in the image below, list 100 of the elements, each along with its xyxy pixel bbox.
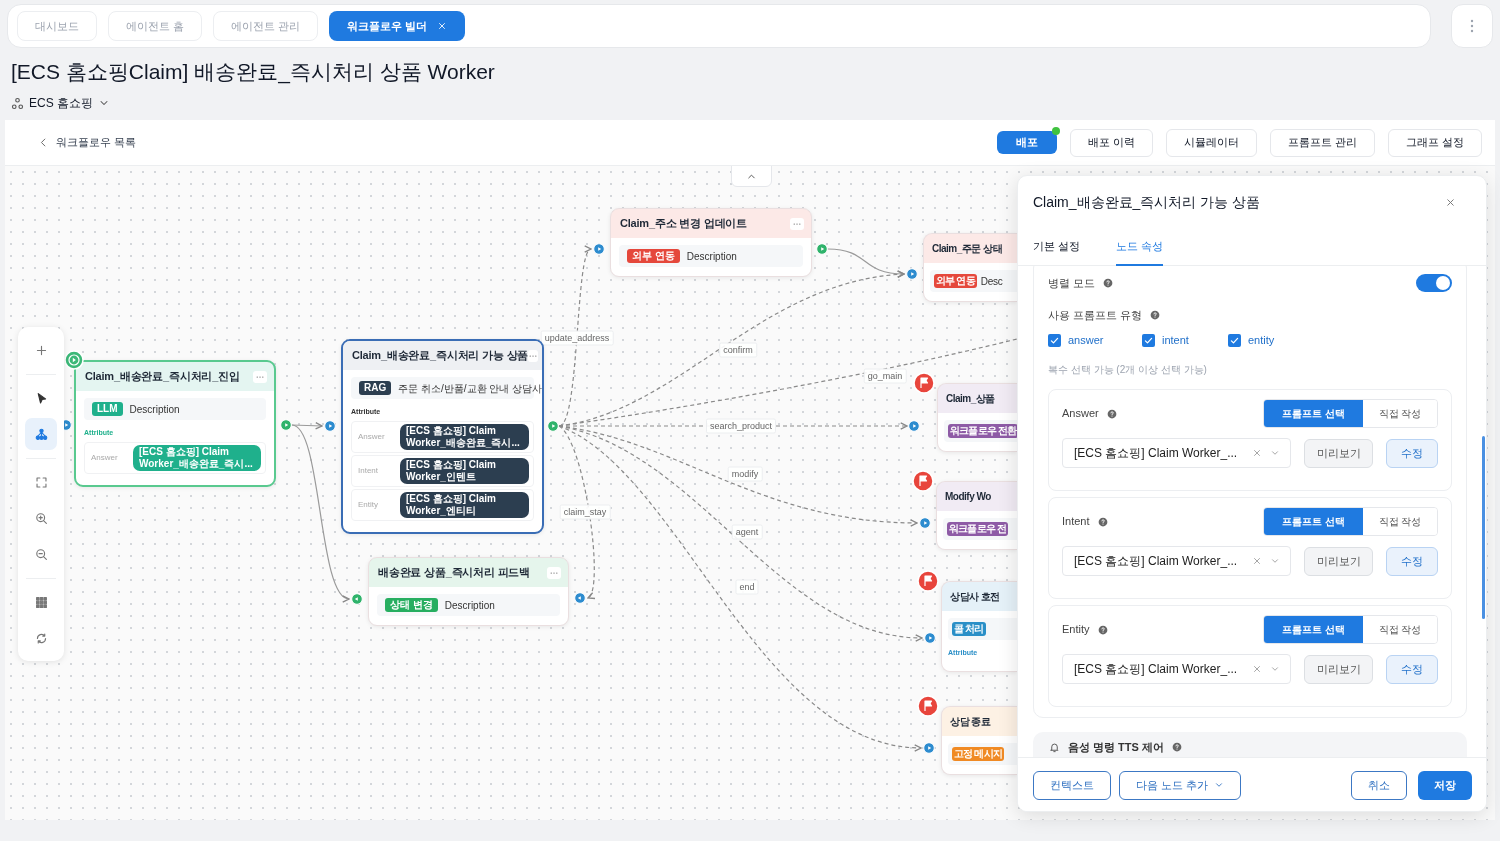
node-title: Claim_배송완료_즉시처리_진입 — [85, 369, 240, 385]
flag-icon — [917, 570, 939, 592]
node-description: Desc — [980, 274, 1003, 289]
connection-handle[interactable] — [351, 593, 363, 605]
checkbox-label[interactable]: answer — [1068, 331, 1104, 349]
workflow-node[interactable]: Claim_상품 워크플로우 전환 — [937, 383, 1017, 452]
node-title: 상담사 호전 — [950, 590, 1000, 604]
edit-button[interactable]: 수정 — [1386, 438, 1438, 468]
attribute-label: Intent — [358, 464, 379, 477]
panel-tab[interactable]: 노드 속성 — [1116, 228, 1164, 266]
connection-handle[interactable] — [593, 243, 605, 255]
field-label: 병렬 모드 — [1048, 275, 1096, 291]
mode-option[interactable]: 프롬프트 선택 — [1264, 508, 1363, 535]
connection-handle[interactable] — [547, 420, 559, 432]
checkbox[interactable] — [1048, 333, 1061, 347]
prompt-select[interactable]: [ECS 홈쇼핑] Claim Worker_... — [1062, 654, 1292, 684]
connection-handle[interactable] — [816, 243, 828, 255]
close-button[interactable] — [1445, 196, 1456, 208]
tab[interactable]: 워크플로우 빌더 — [329, 11, 466, 41]
node-type-badge: 워크플로우 전 — [947, 522, 1009, 536]
bell-icon — [1049, 741, 1060, 753]
node-type-badge: 콜 처리 — [952, 622, 986, 636]
field-label: Entity — [1062, 622, 1090, 638]
node-title: Claim_상품 — [946, 392, 995, 406]
scrollbar[interactable] — [1482, 436, 1485, 619]
fullscreen-icon — [34, 475, 48, 489]
node-menu-button[interactable] — [253, 370, 267, 383]
attribute-label: Answer — [358, 430, 386, 443]
help-icon — [1150, 310, 1161, 320]
footer-button[interactable]: 저장 — [1418, 770, 1472, 800]
toolbar-button[interactable]: 프롬프트 관리 — [1269, 128, 1375, 157]
connection-handle[interactable] — [574, 592, 586, 604]
connection-handle[interactable] — [906, 268, 918, 280]
panel-title: Claim_배송완료_즉시처리 가능 상품 — [1033, 192, 1261, 212]
grid-icon — [34, 595, 48, 609]
node-type-badge: 외부 연동 — [627, 249, 680, 263]
toolbar-button[interactable]: 배포 이력 — [1069, 128, 1153, 157]
flag-icon — [917, 695, 939, 717]
flag-icon — [913, 372, 935, 394]
node-title: 상담 종료 — [950, 715, 991, 729]
workflow-node[interactable]: Claim_주소 변경 업데이트 외부 연동 Description — [610, 208, 812, 277]
back-link[interactable]: 워크플로우 목록 — [38, 134, 137, 151]
preview-button[interactable]: 미리보기 — [1304, 654, 1374, 684]
prompt-select[interactable]: [ECS 홈쇼핑] Claim Worker_... — [1062, 438, 1292, 468]
preview-button[interactable]: 미리보기 — [1304, 438, 1374, 468]
toolbar-button[interactable]: 시뮬레이터 — [1165, 128, 1257, 157]
preview-button[interactable]: 미리보기 — [1304, 546, 1374, 576]
clear-icon — [1252, 664, 1263, 674]
workflow-node[interactable]: 상담 종료 고정 메시지 — [941, 706, 1017, 775]
toolbar-button[interactable]: 그래프 설정 — [1387, 128, 1482, 157]
workflow-node[interactable]: 배송완료 상품_즉시처리 피드백 상태 변경 Description — [368, 557, 569, 626]
node-type-badge: LLM — [92, 402, 123, 416]
edit-button[interactable]: 수정 — [1386, 546, 1438, 576]
connection-handle[interactable] — [280, 419, 292, 431]
edge-label: search_product — [706, 418, 776, 434]
checkbox[interactable] — [1228, 333, 1241, 347]
node-description: 주문 취소/반품/교환 안내 상담사 — [398, 381, 542, 396]
node-type-badge: 외부 연동 — [934, 274, 977, 288]
connection-handle[interactable] — [908, 420, 920, 432]
edit-button[interactable]: 수정 — [1386, 654, 1438, 684]
node-title: 배송완료 상품_즉시처리 피드백 — [378, 565, 531, 581]
people-icon — [11, 96, 24, 110]
chevron-down-icon — [1270, 556, 1281, 566]
footer-button[interactable]: 컨텍스트 — [1033, 770, 1111, 800]
workflow-node[interactable]: Modify Wo 워크플로우 전 — [936, 481, 1017, 550]
edge-label: claim_stay — [559, 504, 611, 520]
edge-label: update_address — [540, 330, 614, 346]
close-icon — [437, 21, 448, 31]
connection-handle[interactable] — [324, 420, 336, 432]
mode-option[interactable]: 프롬프트 선택 — [1264, 616, 1363, 643]
node-menu-button[interactable] — [790, 217, 804, 230]
node-description: Description — [686, 249, 737, 264]
field-label: 사용 프롬프트 유형 — [1048, 307, 1143, 323]
footer-button[interactable]: 다음 노드 추가 — [1119, 770, 1242, 800]
checkbox[interactable] — [1142, 333, 1155, 347]
attribute-label: Entity — [358, 498, 379, 511]
node-description: Description — [444, 598, 495, 613]
connection-handle[interactable] — [919, 517, 931, 529]
chevron-down-icon — [1270, 664, 1281, 674]
checkbox-label[interactable]: intent — [1162, 331, 1189, 349]
workspace-selector[interactable]: ECS 홈쇼핑 — [11, 94, 110, 112]
node-menu-button[interactable] — [547, 566, 561, 579]
help-icon — [1106, 408, 1117, 419]
section-title: 음성 명령 TTS 제어 — [1068, 740, 1164, 755]
node-type-badge: 상태 변경 — [385, 598, 438, 612]
help-icon — [1097, 516, 1108, 527]
node-title: Claim_주소 변경 업데이트 — [620, 216, 747, 232]
toggle-switch[interactable] — [1416, 274, 1452, 292]
edge-label: agent — [731, 524, 763, 540]
connection-handle[interactable] — [923, 742, 935, 754]
panel-tab[interactable]: 기본 설정 — [1033, 228, 1081, 266]
footer-button[interactable]: 취소 — [1351, 770, 1407, 800]
clear-icon — [1252, 556, 1263, 566]
node-menu-button[interactable] — [528, 349, 539, 362]
mode-option[interactable]: 프롬프트 선택 — [1264, 400, 1363, 427]
field-label: Intent — [1062, 514, 1090, 530]
workflow-node[interactable]: Claim_주문 상태 외부 연동 Desc — [923, 233, 1017, 302]
prompt-select[interactable]: [ECS 홈쇼핑] Claim Worker_... — [1062, 546, 1292, 576]
connection-handle[interactable] — [924, 632, 936, 644]
checkbox-label[interactable]: entity — [1248, 331, 1275, 349]
